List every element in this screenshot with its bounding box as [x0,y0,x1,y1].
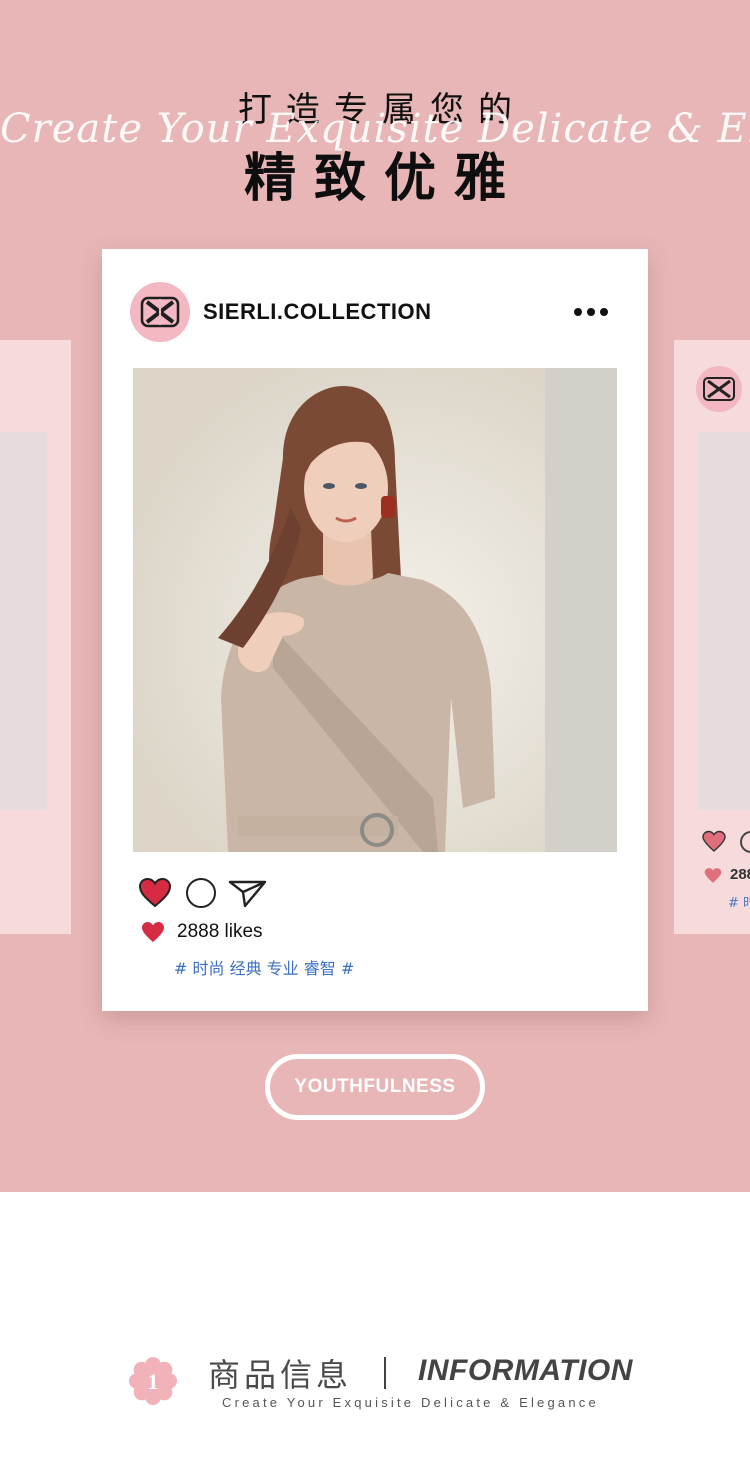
badge-number: 1 [148,1369,159,1394]
side-likes-count: 288 [730,866,750,883]
divider [384,1357,386,1389]
brand-logo-icon [696,366,742,412]
side-card-right[interactable]: 288 # 时 [674,340,750,934]
side-tags: # 时 [728,896,750,911]
info-title-cn: 商品信息 [208,1356,353,1394]
side-card-left[interactable] [0,340,71,934]
post-card: SIERLI.COLLECTION 2888 likes # 时尚 经典 专业 … [102,249,648,1011]
hero-section: 打造专属您的 Create Your Exquisite Delicate & … [0,0,750,1192]
heart-icon[interactable] [138,877,172,909]
info-subtitle: Create Your Exquisite Delicate & Eleganc… [222,1395,599,1410]
comment-icon[interactable] [740,831,750,853]
side-card-image [698,432,750,810]
heart-icon [704,868,722,883]
brand-logo-icon [140,296,180,328]
youthfulness-button[interactable]: YOUTHFULNESS [265,1054,485,1120]
model-photo-illustration [133,368,617,852]
more-dots-icon[interactable] [574,299,608,325]
post-actions [138,876,268,910]
send-icon[interactable] [228,877,268,909]
account-name[interactable]: SIERLI.COLLECTION [203,299,432,325]
info-title-en: INFORMATION [418,1354,633,1387]
side-card-image [0,432,47,810]
comment-icon[interactable] [186,878,216,908]
likes-row: 2888 likes [141,921,263,943]
flower-badge-icon: 1 [129,1357,177,1405]
hashtags[interactable]: # 时尚 经典 专业 睿智 # [174,955,354,979]
headline-main: 精致优雅 [243,149,524,209]
avatar[interactable] [130,282,190,342]
heart-icon [142,922,164,942]
likes-count: 2888 likes [177,921,263,942]
post-photo [133,368,617,852]
heart-icon[interactable] [702,830,726,854]
